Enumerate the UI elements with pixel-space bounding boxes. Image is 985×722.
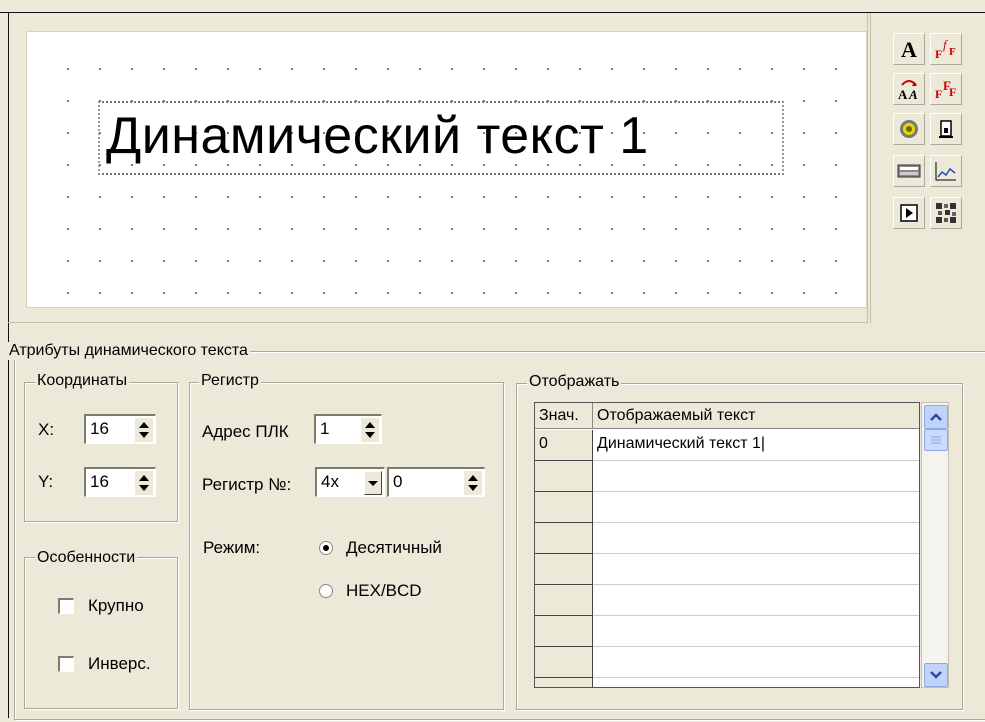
table-row-key[interactable] [535,461,593,492]
table-row-key[interactable] [535,585,593,616]
scroll-down-icon[interactable] [924,663,948,687]
table-row-text[interactable] [593,616,919,647]
register-value-spinner[interactable] [464,471,482,495]
scroll-thumb[interactable] [924,429,948,451]
door-icon[interactable] [930,113,962,145]
table-row-key[interactable] [535,616,593,647]
table-row-text[interactable]: Динамический текст 1| [593,430,919,461]
table-row-key[interactable] [535,678,593,687]
preview-canvas[interactable]: Динамический текст 1 [26,31,867,308]
dynamic-text-preview[interactable]: Динамический текст 1 [106,106,649,166]
attributes-group-title: Атрибуты динамического текста [7,342,250,360]
display-group-title: Отображать [527,373,622,391]
register-value-input[interactable]: 0 [387,467,485,497]
lamp-icon[interactable] [893,113,925,145]
font-replace-icon[interactable]: FFF [930,73,962,105]
svg-text:A: A [898,87,908,101]
table-row-text[interactable] [593,492,919,523]
svg-text:A: A [908,87,918,101]
keypad-icon[interactable] [893,155,925,187]
large-label: Крупно [88,596,144,615]
col-header-text[interactable]: Отображаемый текст [593,403,919,429]
svg-text:F: F [949,85,956,99]
text-A-icon[interactable]: A [893,33,925,65]
register-value: 0 [393,472,403,491]
y-spinner[interactable] [135,471,153,495]
register-type-value: 4x [321,472,339,491]
barcode-icon[interactable] [930,197,962,229]
table-row-key[interactable]: 0 [535,430,593,461]
text-caret: | [760,435,766,452]
font-style-icon[interactable]: FfF [930,33,962,65]
svg-text:A: A [901,38,917,60]
register-type-select[interactable]: 4x [315,467,385,497]
register-number-label: Регистр №: [202,475,292,494]
display-table[interactable]: Знач. Отображаемый текст 0 Динамический т… [534,402,920,688]
svg-text:F: F [949,46,956,58]
mode-hex-label: HEX/BCD [346,581,422,600]
x-value: 16 [90,419,109,438]
mode-decimal-label: Десятичный [346,538,442,557]
scroll-up-icon[interactable] [924,405,948,429]
y-label: Y: [38,472,54,491]
mode-decimal-radio[interactable] [319,541,333,555]
table-scrollbar[interactable] [921,402,949,688]
play-icon[interactable] [893,197,925,229]
invert-label: Инверс. [88,654,151,673]
y-value: 16 [90,472,109,491]
features-group-title: Особенности [35,549,138,567]
plc-address-spinner[interactable] [361,418,379,442]
table-row-key[interactable] [535,492,593,523]
svg-text:F: F [935,47,942,60]
mode-hex-radio[interactable] [319,584,333,598]
object-toolbar: A FfF AA FFF [870,13,985,323]
table-row-key[interactable] [535,647,593,678]
svg-text:F: F [935,87,942,101]
coords-group [24,382,178,522]
x-spinner[interactable] [135,418,153,442]
table-row-key[interactable] [535,554,593,585]
x-label: X: [38,420,55,439]
table-row-text[interactable] [593,461,919,492]
text-rotate-icon[interactable]: AA [893,73,925,105]
plc-address-input[interactable]: 1 [314,414,382,444]
y-input[interactable]: 16 [84,467,156,497]
table-row-text[interactable] [593,523,919,554]
trend-chart-icon[interactable] [930,155,962,187]
chevron-down-icon[interactable] [364,471,382,495]
table-row-key[interactable] [535,523,593,554]
large-checkbox[interactable] [58,598,74,614]
table-row-text[interactable] [593,554,919,585]
invert-checkbox[interactable] [58,656,74,672]
coords-group-title: Координаты [35,372,130,390]
mode-label: Режим: [203,538,261,557]
features-group [24,557,178,709]
x-input[interactable]: 16 [84,414,156,444]
table-row-text[interactable] [593,678,919,687]
plc-address-value: 1 [320,419,330,438]
plc-address-label: Адрес ПЛК [202,422,289,441]
table-row-text[interactable] [593,585,919,616]
table-row-text[interactable] [593,647,919,678]
col-header-value[interactable]: Знач. [535,403,593,429]
register-group-title: Регистр [199,372,261,390]
